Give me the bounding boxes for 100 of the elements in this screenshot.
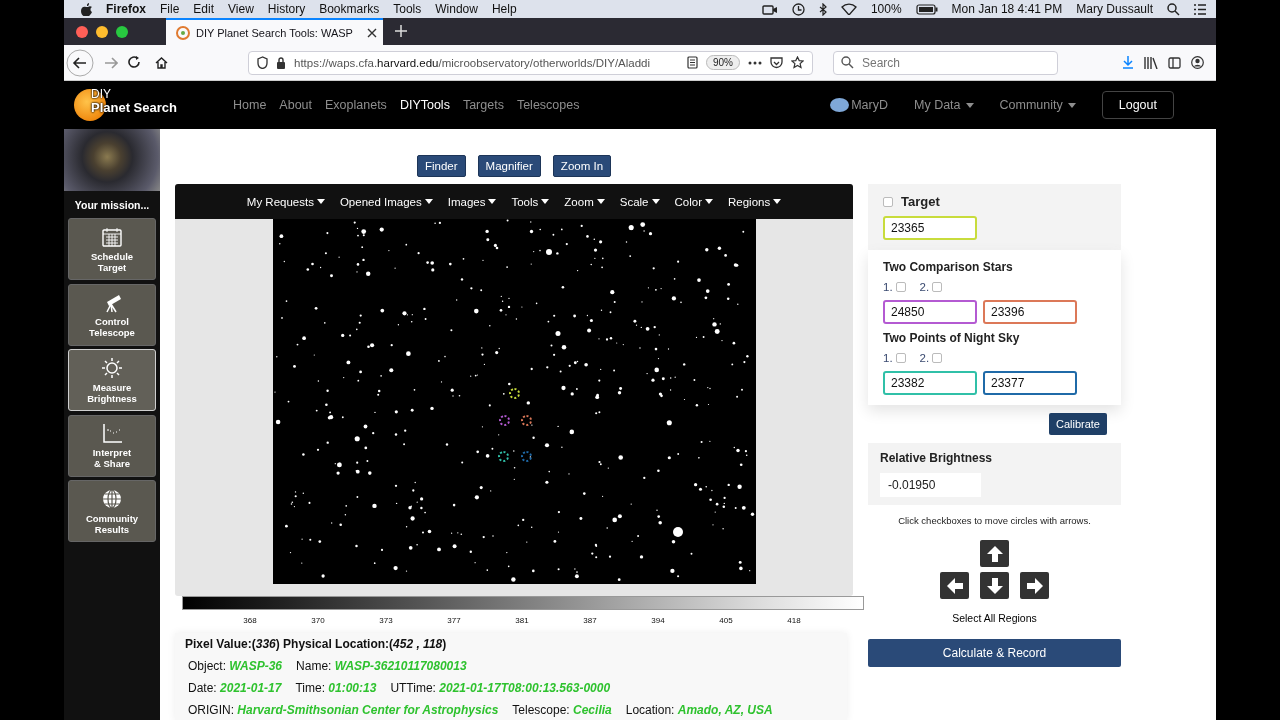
library-icon[interactable] [1144,56,1158,69]
field-value: Amado, AZ, USA [677,703,773,717]
checkbox[interactable] [895,353,906,363]
right-arrow-button[interactable] [1020,572,1049,599]
nav-link[interactable]: DIYTools [399,98,450,112]
video-camera-icon[interactable] [761,3,778,15]
sidebar-item[interactable]: Measure Brightness [68,349,156,411]
tick-label: 387 [582,616,598,625]
nav-dropdown[interactable]: Community [999,98,1076,112]
reader-view-icon[interactable] [687,56,698,69]
hint-text: Click checkboxes to move circles with arrows. [897,515,1092,526]
nav-link[interactable]: Exoplanets [325,98,387,112]
down-arrow-button[interactable] [980,572,1009,599]
comparison-field[interactable]: 24850 [883,300,977,324]
region-marker[interactable] [520,415,532,426]
tool-button[interactable]: Magnifier [477,155,541,177]
viewer-menu[interactable]: Color [674,195,713,208]
menu-item[interactable]: Window [435,2,478,16]
menu-item[interactable]: View [228,2,254,16]
comparison-field[interactable]: 23396 [983,300,1077,324]
search-icon[interactable] [1167,2,1180,16]
viewer-menu[interactable]: Scale [619,195,660,208]
checkbox[interactable] [932,353,943,363]
browser-tab[interactable]: DIY Planet Search Tools: WASP [166,18,383,45]
pocket-icon[interactable] [770,56,783,69]
back-icon[interactable] [66,48,94,77]
battery-icon[interactable] [915,3,938,15]
viewer-menu[interactable]: Tools [511,195,550,208]
checkbox-label: 2. [919,352,930,364]
field-label: Telescope: [512,703,570,717]
home-icon[interactable] [155,56,168,69]
minimize-window-button[interactable] [96,25,108,38]
wifi-icon[interactable] [840,3,857,15]
menubar-clock[interactable]: Mon Jan 18 4:41 PM [951,2,1063,16]
viewer-menu[interactable]: Regions [728,195,782,208]
menu-item[interactable]: Bookmarks [319,2,380,16]
battery-percent: 100% [870,2,902,16]
menu-item[interactable]: Help [491,2,517,16]
sidebar-icon[interactable] [1168,56,1181,69]
reload-icon[interactable] [128,56,141,69]
search-field[interactable]: Search [833,50,1058,75]
target-field[interactable]: 23365 [883,216,977,240]
tool-button[interactable]: Zoom In [552,155,612,177]
close-icon[interactable] [366,27,377,38]
app-menu[interactable]: Firefox [106,2,146,16]
tick-label: 373 [378,616,394,625]
calculate-button[interactable]: Calculate & Record [868,639,1121,667]
left-arrow-button[interactable] [940,572,969,599]
nav-link[interactable]: Targets [462,98,504,112]
close-window-button[interactable] [76,25,88,38]
region-marker[interactable] [498,415,510,426]
checkbox[interactable] [895,282,906,292]
zoom-level[interactable]: 90% [706,55,740,70]
nav-link[interactable]: Telescopes [516,98,580,112]
tick-label: 418 [786,616,802,625]
sidebar-item[interactable]: Community Results [68,480,156,542]
nav-link[interactable]: About [279,98,312,112]
menu-item[interactable]: Tools [393,2,422,16]
download-icon[interactable] [1122,56,1134,69]
tool-button[interactable]: Finder [416,155,466,177]
nav-link[interactable]: Home [233,98,267,112]
sky-field[interactable]: 23377 [983,371,1077,395]
viewer-menu[interactable]: Opened Images [339,195,433,208]
menu-item[interactable]: History [267,2,306,16]
nav-dropdown[interactable]: My Data [914,98,974,112]
sidebar-item[interactable]: Control Telescope [68,283,156,346]
checkbox[interactable] [883,196,893,207]
zoom-window-button[interactable] [116,25,128,38]
field-value: WASP-36 [229,659,283,673]
calibrate-button[interactable]: Calibrate [1048,413,1107,435]
menu-item[interactable]: File [160,2,180,16]
account-icon[interactable] [1191,56,1204,69]
address-bar[interactable]: https://waps.cfa.harvard.edu/microobservatory/otherworlds/DIY/Aladdi 90% [248,50,813,75]
region-marker[interactable] [520,451,532,462]
section-title: Two Comparison Stars [883,260,1014,274]
forward-icon[interactable] [104,56,118,69]
up-arrow-button[interactable] [980,540,1009,567]
calendar-icon [101,225,123,248]
more-icon[interactable] [748,60,762,65]
search-icon [841,55,854,69]
list-icon[interactable] [1194,3,1206,15]
logout-button[interactable]: Logout [1101,91,1174,119]
caret-icon [965,102,974,108]
clock-icon[interactable] [791,2,805,16]
star-icon[interactable] [791,56,804,69]
sky-field[interactable]: 23382 [883,371,977,395]
viewer-menu[interactable]: My Requests [246,195,325,208]
sidebar-item[interactable]: Schedule Target [68,218,156,280]
apple-icon[interactable] [80,2,92,16]
user-link[interactable]: MaryD [851,98,888,112]
viewer-menu[interactable]: Images [447,195,497,208]
new-tab-icon[interactable] [394,25,407,37]
sidebar-item[interactable]: Interpret & Share [68,414,156,477]
region-marker[interactable] [497,451,509,462]
user-name[interactable]: Mary Dussault [1076,2,1153,16]
viewer-menu[interactable]: Zoom [564,195,605,208]
bluetooth-icon[interactable] [818,2,827,16]
field-value: 2021-01-17T08:00:13.563-0000 [439,681,611,695]
checkbox[interactable] [932,282,943,292]
menu-item[interactable]: Edit [193,2,215,16]
